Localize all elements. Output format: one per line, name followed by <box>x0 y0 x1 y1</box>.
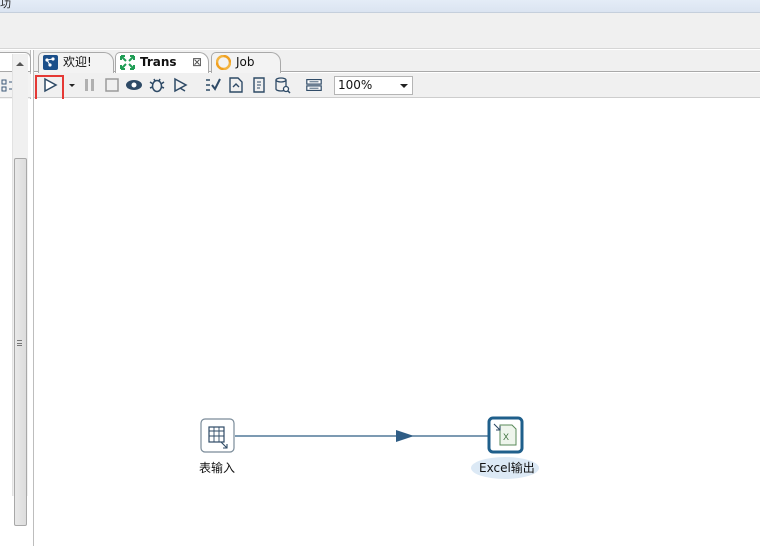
menu-item-clipped[interactable]: 功 <box>0 0 11 11</box>
run-options-dropdown-icon[interactable] <box>63 76 75 94</box>
transformation-canvas[interactable]: X 表输入 Excel输出 <box>34 99 760 546</box>
preview-icon[interactable] <box>125 76 143 94</box>
show-results-icon[interactable] <box>305 76 325 94</box>
run-button[interactable] <box>35 75 64 101</box>
canvas-graph: X <box>200 416 539 479</box>
stop-icon[interactable] <box>103 76 121 94</box>
run-button-highlight <box>35 75 64 101</box>
tab-job[interactable]: Job <box>211 52 281 73</box>
replay-icon[interactable] <box>171 76 189 94</box>
pause-icon[interactable] <box>81 76 99 94</box>
impact-icon[interactable] <box>227 76 245 94</box>
scrollbar-grip-icon <box>17 340 22 346</box>
svg-text:X: X <box>503 432 509 442</box>
editor-tabs: 欢迎! Trans ⊠ Job <box>34 50 760 73</box>
tab-trans[interactable]: Trans ⊠ <box>115 52 209 73</box>
zoom-value: 100% <box>338 78 373 92</box>
debug-icon[interactable] <box>148 76 166 94</box>
step-label-table-input: 表输入 <box>199 461 236 475</box>
hop-arrow-icon[interactable] <box>396 430 414 442</box>
editor-area: 欢迎! Trans ⊠ Job 100% X 表输入 Excel输出 <box>33 50 760 546</box>
tab-welcome-label: 欢迎! <box>63 55 92 69</box>
step-label-excel-output: Excel输出 <box>479 461 535 475</box>
chevron-down-icon <box>400 84 408 88</box>
close-tab-icon[interactable]: ⊠ <box>192 53 202 72</box>
step-table-input[interactable] <box>200 418 235 453</box>
tab-job-label: Job <box>236 55 255 69</box>
verify-icon[interactable] <box>204 76 222 94</box>
left-panel-scrollbar[interactable] <box>12 54 28 526</box>
transformation-toolbar: 100% <box>34 73 760 101</box>
explore-db-icon[interactable] <box>273 76 291 94</box>
spoon-icon <box>43 55 58 70</box>
main-toolbar <box>0 13 760 49</box>
zoom-select[interactable]: 100% <box>334 76 413 95</box>
transformation-icon <box>120 55 135 70</box>
sql-icon[interactable] <box>250 76 268 94</box>
tab-trans-label: Trans <box>140 55 177 69</box>
scroll-up-arrow-icon[interactable] <box>16 62 24 66</box>
tab-welcome[interactable]: 欢迎! <box>38 52 114 73</box>
menu-bar: 功 <box>0 0 760 13</box>
job-icon <box>215 54 232 71</box>
